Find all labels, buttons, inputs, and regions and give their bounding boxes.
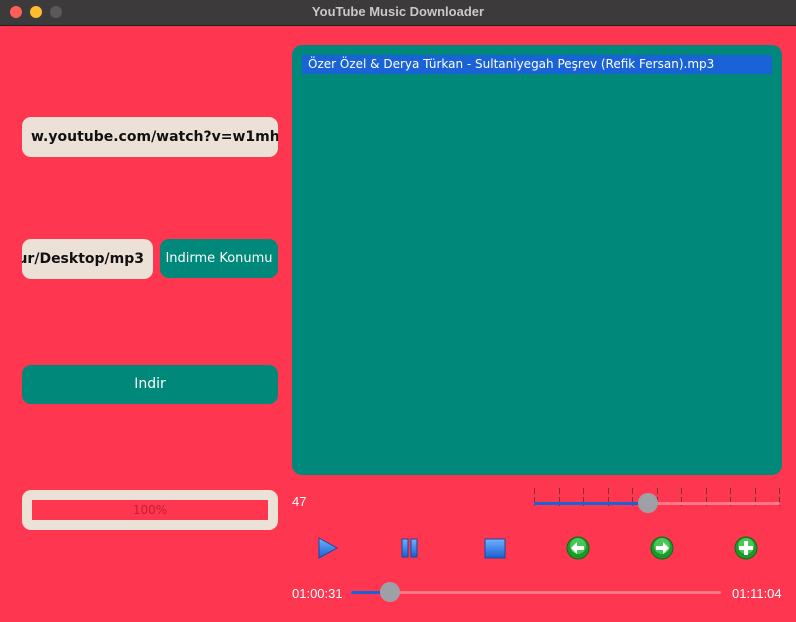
- next-icon: [650, 536, 674, 560]
- next-button[interactable]: [649, 535, 675, 561]
- volume-tick: [608, 488, 609, 494]
- volume-tick: [534, 488, 535, 494]
- volume-tick: [632, 488, 633, 494]
- app-window: YouTube Music Downloader w.youtube.com/w…: [0, 0, 796, 622]
- playlist[interactable]: Özer Özel & Derya Türkan - Sultaniyegah …: [292, 45, 782, 475]
- download-progress: 100%: [22, 490, 278, 530]
- play-icon: [318, 537, 339, 559]
- playlist-item[interactable]: Özer Özel & Derya Türkan - Sultaniyegah …: [302, 55, 772, 74]
- title-bar: YouTube Music Downloader: [0, 0, 796, 26]
- volume-tick: [583, 488, 584, 494]
- volume-value: 47: [292, 494, 307, 509]
- download-location-button[interactable]: Indirme Konumu: [160, 239, 278, 278]
- progress-label: 100%: [132, 503, 168, 517]
- download-button[interactable]: Indir: [22, 365, 278, 404]
- pause-icon: [401, 538, 418, 558]
- seek-handle[interactable]: [380, 582, 400, 602]
- stop-button[interactable]: [482, 535, 508, 561]
- volume-slider[interactable]: [534, 486, 782, 516]
- previous-icon: [566, 536, 590, 560]
- previous-button[interactable]: [565, 535, 591, 561]
- volume-tick: [657, 488, 658, 494]
- progress-track: 100%: [32, 500, 268, 520]
- seek-fill: [351, 591, 381, 594]
- window-title: YouTube Music Downloader: [311, 4, 485, 19]
- seek-track: [351, 591, 721, 594]
- play-button[interactable]: [314, 535, 340, 561]
- total-time: 01:11:04: [732, 586, 782, 601]
- volume-tick: [559, 488, 560, 494]
- current-time: 01:00:31: [292, 586, 343, 601]
- volume-tick: [706, 488, 707, 494]
- volume-tick: [681, 488, 682, 494]
- add-icon: [734, 536, 758, 560]
- url-input[interactable]: w.youtube.com/watch?v=w1mhOa3lzSw: [22, 117, 278, 157]
- volume-handle[interactable]: [638, 493, 658, 513]
- pause-button[interactable]: [397, 535, 423, 561]
- volume-tick: [730, 488, 731, 494]
- download-path-input[interactable]: gur/Desktop/mp3: [22, 239, 153, 279]
- stop-icon: [484, 538, 506, 559]
- add-button[interactable]: [733, 535, 759, 561]
- seek-slider[interactable]: [351, 581, 723, 605]
- download-path-value: gur/Desktop/mp3: [22, 251, 144, 267]
- volume-fill: [534, 502, 650, 505]
- volume-tick: [755, 488, 756, 494]
- volume-tick: [779, 488, 780, 494]
